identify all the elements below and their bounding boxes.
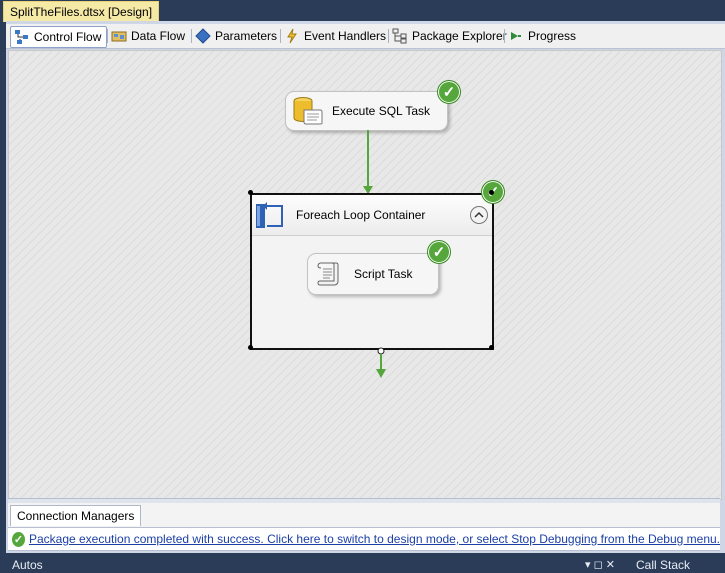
- package-explorer-icon: [392, 28, 408, 44]
- connection-managers-tab[interactable]: Connection Managers: [10, 505, 142, 526]
- tab-data-flow[interactable]: Data Flow: [111, 26, 185, 46]
- tab-progress-label: Progress: [528, 29, 577, 43]
- selection-handle[interactable]: [248, 345, 253, 350]
- call-stack-panel-title[interactable]: Call Stack: [636, 558, 690, 572]
- design-canvas[interactable]: Execute SQL Task ✓ Foreach Loop Containe…: [8, 50, 722, 500]
- designer-tab-bar: Control Flow Data Flow Parameters Event …: [6, 24, 725, 49]
- selection-handle[interactable]: [489, 190, 494, 195]
- tab-separator: [280, 29, 281, 43]
- switch-to-design-mode-link[interactable]: Package execution completed with success…: [29, 532, 720, 546]
- document-tab-strip: SplitTheFiles.dtsx [Design]: [0, 0, 725, 22]
- tab-package-explorer[interactable]: Package Explorer: [392, 26, 507, 46]
- tab-separator: [191, 29, 192, 43]
- progress-icon: [508, 28, 524, 44]
- execution-status-bar: ✓ Package execution completed with succe…: [8, 528, 720, 551]
- parameters-icon: [195, 28, 211, 44]
- script-task[interactable]: Script Task: [307, 253, 439, 295]
- script-task-label: Script Task: [354, 267, 413, 281]
- chevron-up-icon: [474, 208, 484, 222]
- connection-managers-tabbar: Connection Managers: [8, 503, 720, 528]
- tab-package-explorer-label: Package Explorer: [412, 29, 507, 43]
- document-tab-title: SplitTheFiles.dtsx [Design]: [10, 5, 153, 19]
- tab-parameters[interactable]: Parameters: [195, 26, 277, 46]
- tab-event-handlers-label: Event Handlers: [304, 29, 387, 43]
- precedence-constraint-arrow[interactable]: [361, 130, 375, 196]
- tab-parameters-label: Parameters: [215, 29, 278, 43]
- pin-icon[interactable]: ▾ ◻ ✕: [585, 558, 615, 571]
- tab-progress[interactable]: Progress: [508, 26, 576, 46]
- connection-managers-label: Connection Managers: [17, 509, 135, 523]
- foreach-loop-icon: [254, 198, 288, 232]
- outgoing-connector-arrow[interactable]: [373, 347, 389, 381]
- collapse-button[interactable]: [470, 206, 488, 224]
- tab-event-handlers[interactable]: Event Handlers: [284, 26, 386, 46]
- execute-sql-task[interactable]: Execute SQL Task: [285, 91, 448, 131]
- bottom-docked-panels: Autos ▾ ◻ ✕ Call Stack: [0, 556, 725, 573]
- document-tab[interactable]: SplitTheFiles.dtsx [Design]: [3, 1, 160, 22]
- tab-control-flow-label: Control Flow: [34, 30, 102, 44]
- tab-data-flow-label: Data Flow: [131, 29, 186, 43]
- selection-handle[interactable]: [489, 345, 494, 350]
- script-task-icon: [316, 261, 340, 287]
- control-flow-icon: [14, 29, 30, 45]
- autos-panel-title[interactable]: Autos: [12, 558, 43, 572]
- event-handlers-icon: [284, 28, 300, 44]
- tab-separator: [504, 29, 505, 43]
- success-check-icon: ✓: [12, 531, 25, 547]
- execute-sql-task-label: Execute SQL Task: [332, 104, 431, 118]
- success-check-icon: ✓: [437, 80, 461, 104]
- execute-sql-task-icon: [292, 96, 324, 126]
- foreach-loop-container[interactable]: Foreach Loop Container Script Task: [250, 193, 494, 350]
- container-header: Foreach Loop Container: [252, 195, 492, 236]
- tab-separator: [388, 29, 389, 43]
- selection-handle[interactable]: [248, 190, 253, 195]
- tab-separator: [107, 29, 108, 43]
- data-flow-icon: [111, 28, 127, 44]
- tab-control-flow[interactable]: Control Flow: [10, 26, 108, 48]
- success-check-icon: ✓: [427, 240, 451, 264]
- foreach-loop-container-label: Foreach Loop Container: [296, 208, 426, 222]
